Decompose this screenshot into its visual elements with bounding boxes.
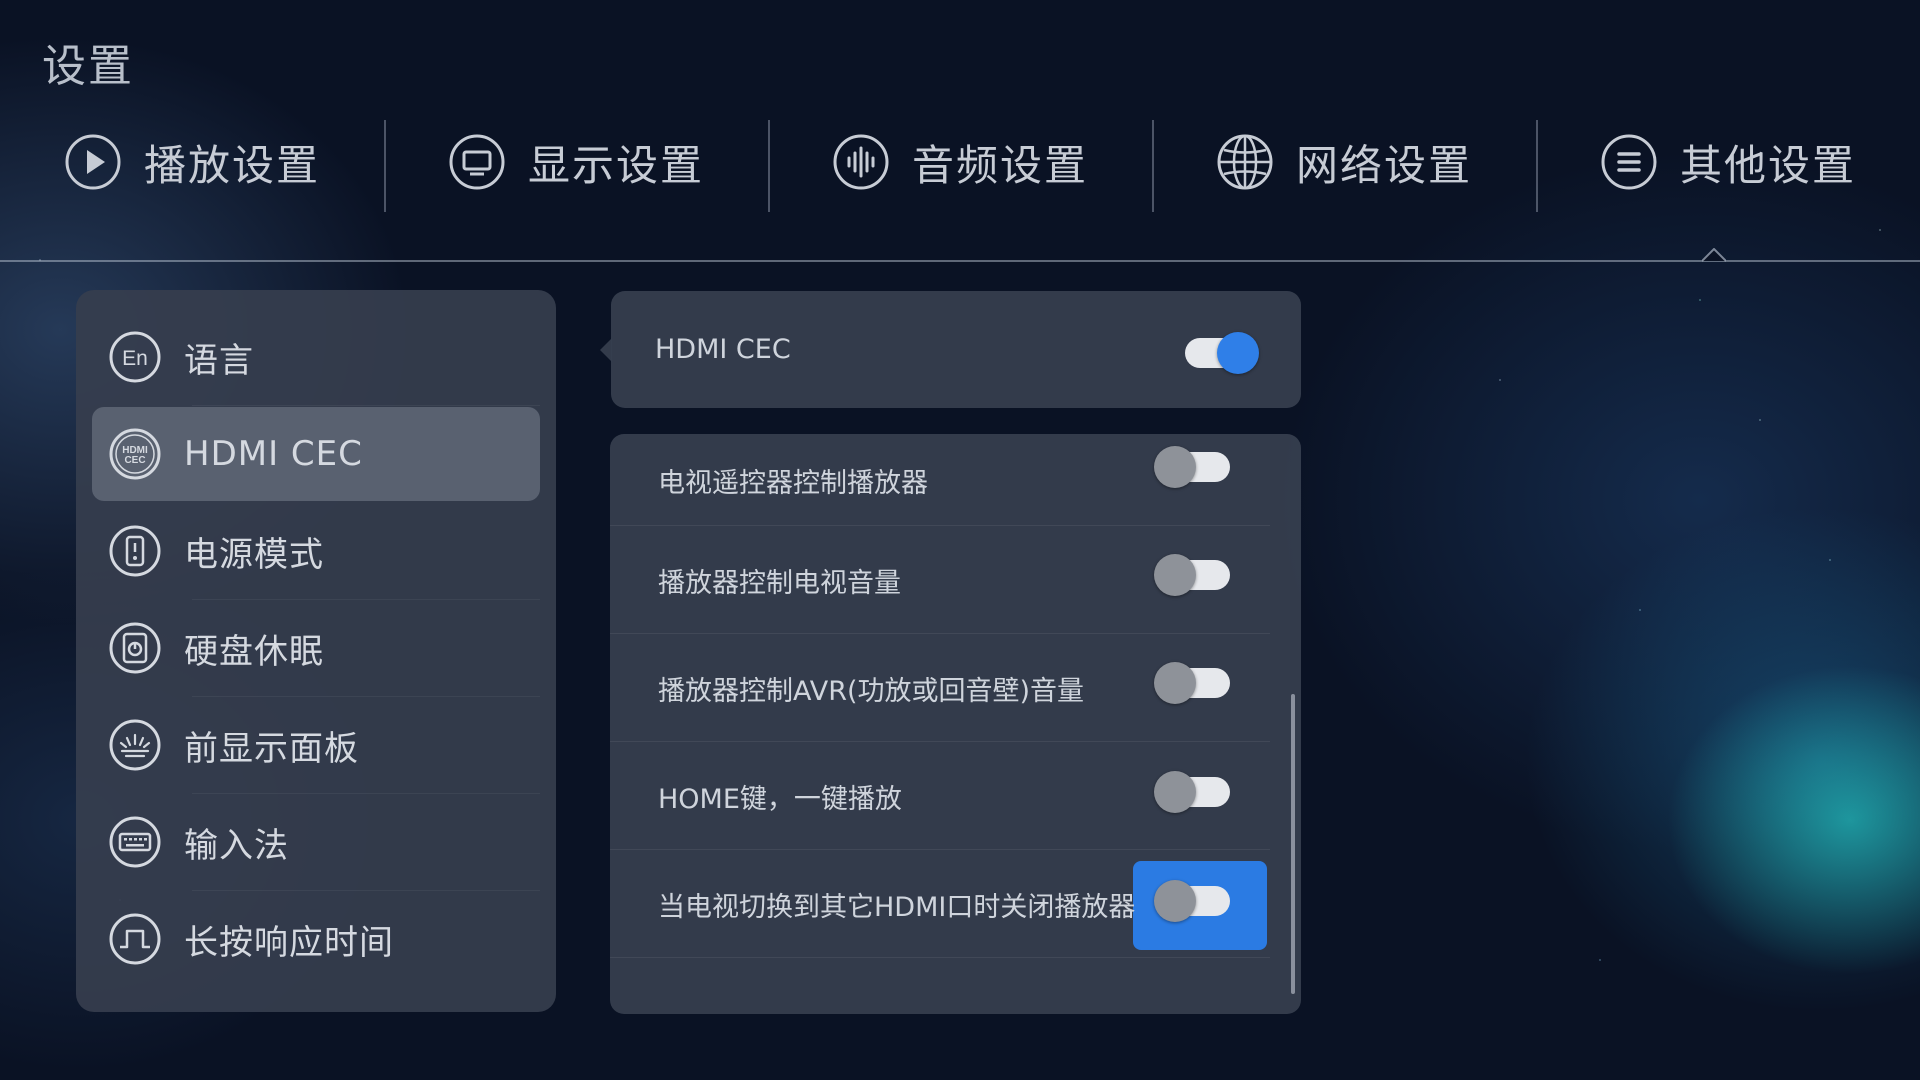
sidebar-item-front-panel[interactable]: 前显示面板 bbox=[92, 698, 540, 794]
sidebar-item-label: 前显示面板 bbox=[184, 728, 359, 769]
option-label: 播放器控制AVR(功放或回音壁)音量 bbox=[658, 675, 1085, 707]
option-label: 播放器控制电视音量 bbox=[658, 567, 901, 599]
settings-sidebar: En 语言 HDMI CEC HDMI CEC 电源模式 硬盘休眠 前显示面板 … bbox=[76, 290, 556, 1012]
tab-audio-settings[interactable]: 音频设置 bbox=[768, 112, 1152, 212]
toggle-knob bbox=[1154, 771, 1196, 813]
sidebar-item-long-press-time[interactable]: 长按响应时间 bbox=[92, 892, 540, 986]
top-tab-bar: 播放设置 显示设置 音频设置 网络设置 其他设置 bbox=[0, 112, 1920, 212]
toggle-knob bbox=[1154, 554, 1196, 596]
option-toggle-player-controls-avr-volume[interactable] bbox=[1154, 662, 1230, 704]
hdmi-cec-master-row: HDMI CEC bbox=[611, 291, 1301, 408]
tab-label: 其他设置 bbox=[1679, 140, 1856, 190]
audio-icon bbox=[833, 134, 889, 190]
display-icon bbox=[449, 134, 505, 190]
cec-options-list: 电视遥控器控制播放器 播放器控制电视音量 播放器控制AVR(功放或回音壁)音量 … bbox=[610, 434, 1301, 1014]
tab-playback-settings[interactable]: 播放设置 bbox=[0, 112, 384, 212]
tab-divider-line bbox=[0, 260, 1920, 262]
sidebar-item-language[interactable]: En 语言 bbox=[92, 310, 540, 406]
option-toggle-home-one-touch-play[interactable] bbox=[1154, 771, 1230, 813]
tab-label: 音频设置 bbox=[911, 140, 1088, 190]
sidebar-item-label: 语言 bbox=[184, 340, 254, 381]
toggle-knob bbox=[1217, 331, 1259, 374]
tab-label: 网络设置 bbox=[1295, 140, 1472, 190]
option-toggle-standby-on-hdmi-switch[interactable] bbox=[1154, 880, 1230, 922]
sidebar-item-disk-sleep[interactable]: 硬盘休眠 bbox=[92, 601, 540, 697]
options-scrollbar[interactable] bbox=[1291, 694, 1295, 994]
front-panel-icon bbox=[109, 719, 161, 771]
tab-label: 显示设置 bbox=[527, 140, 704, 190]
option-toggle-tv-remote-control[interactable] bbox=[1154, 446, 1230, 488]
menu-icon bbox=[1601, 134, 1657, 190]
svg-text:CEC: CEC bbox=[124, 455, 145, 466]
sidebar-item-label: 电源模式 bbox=[184, 534, 324, 575]
language-icon: En bbox=[109, 331, 161, 383]
option-toggle-player-controls-tv-volume[interactable] bbox=[1154, 554, 1230, 596]
option-label: HOME键，一键播放 bbox=[658, 783, 902, 815]
sidebar-item-label: 硬盘休眠 bbox=[184, 631, 324, 672]
globe-icon bbox=[1217, 134, 1273, 190]
toggle-knob bbox=[1154, 880, 1196, 922]
disk-sleep-icon bbox=[109, 622, 161, 674]
sidebar-item-label: HDMI CEC bbox=[184, 434, 363, 474]
tab-other-settings[interactable]: 其他设置 bbox=[1536, 112, 1920, 212]
svg-text:En: En bbox=[122, 347, 148, 370]
hdmi-cec-icon: HDMI CEC bbox=[109, 428, 161, 480]
hdmi-cec-label: HDMI CEC bbox=[655, 334, 791, 365]
option-label: 电视遥控器控制播放器 bbox=[658, 467, 928, 499]
sidebar-item-label: 输入法 bbox=[184, 825, 289, 866]
sidebar-item-power-mode[interactable]: 电源模式 bbox=[92, 504, 540, 600]
toggle-knob bbox=[1154, 662, 1196, 704]
sidebar-item-input-method[interactable]: 输入法 bbox=[92, 795, 540, 891]
tab-label: 播放设置 bbox=[143, 140, 320, 190]
sidebar-item-label: 长按响应时间 bbox=[184, 922, 394, 963]
toggle-knob bbox=[1154, 446, 1196, 488]
panel-pointer-arrow bbox=[600, 338, 612, 362]
play-icon bbox=[65, 134, 121, 190]
long-press-icon bbox=[109, 913, 161, 965]
selected-tab-indicator bbox=[1702, 248, 1726, 262]
sidebar-item-hdmi-cec[interactable]: HDMI CEC HDMI CEC bbox=[92, 407, 540, 501]
keyboard-icon bbox=[109, 816, 161, 868]
page-title: 设置 bbox=[42, 41, 134, 92]
tab-network-settings[interactable]: 网络设置 bbox=[1152, 112, 1536, 212]
option-label: 当电视切换到其它HDMI口时关闭播放器 bbox=[658, 891, 1136, 923]
tab-display-settings[interactable]: 显示设置 bbox=[384, 112, 768, 212]
power-mode-icon bbox=[109, 525, 161, 577]
hdmi-cec-toggle[interactable] bbox=[1181, 331, 1259, 374]
